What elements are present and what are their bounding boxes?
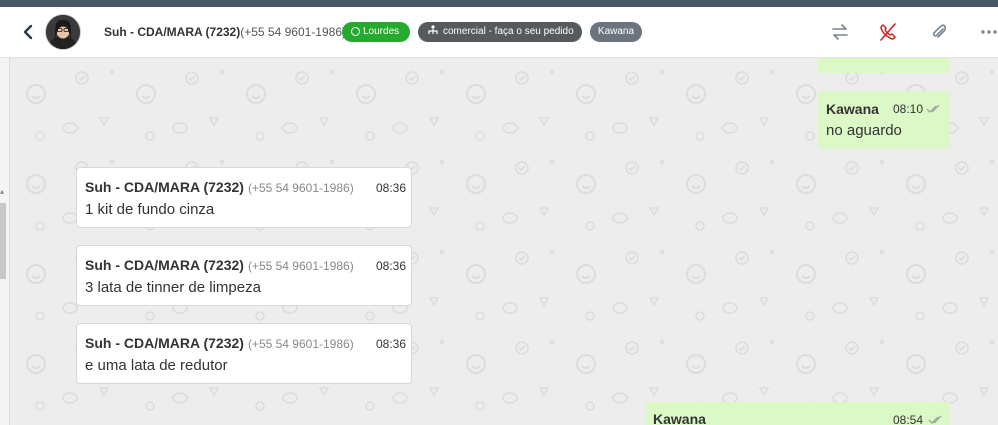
- message-time: 08:36: [376, 337, 407, 351]
- paperclip-icon[interactable]: [929, 22, 949, 42]
- contact-title[interactable]: Suh - CDA/MARA (7232)(+55 54 9601-1986): [104, 25, 346, 39]
- message-sender-phone: (+55 54 9601-1986): [247, 259, 354, 273]
- message-sender: Suh - CDA/MARA (7232) (+55 54 9601-1986): [85, 179, 354, 195]
- agent-tag-label: Lourdes: [363, 26, 400, 37]
- contact-name: Suh - CDA/MARA (7232): [104, 25, 241, 39]
- message-text: e uma lata de redutor: [85, 357, 228, 374]
- whatsapp-icon: [351, 27, 360, 36]
- more-options-icon[interactable]: [978, 22, 998, 42]
- end-call-icon[interactable]: [878, 22, 898, 42]
- back-arrow-icon[interactable]: [20, 23, 38, 41]
- message-sender: Suh - CDA/MARA (7232) (+55 54 9601-1986): [85, 335, 354, 351]
- message-sender: Suh - CDA/MARA (7232) (+55 54 9601-1986): [85, 257, 354, 273]
- side-scrollbar[interactable]: ▴: [0, 58, 10, 425]
- message-text: no aguardo: [826, 122, 902, 139]
- user-tag-label: Kawana: [597, 26, 635, 37]
- read-checkmarks-icon: [928, 415, 942, 424]
- scroll-thumb[interactable]: [0, 203, 6, 279]
- message-sender-phone: (+55 54 9601-1986): [247, 337, 354, 351]
- user-tag[interactable]: Kawana: [590, 22, 642, 42]
- message-bubble-incoming[interactable]: Suh - CDA/MARA (7232) (+55 54 9601-1986) …: [76, 167, 412, 228]
- message-time: 08:10: [893, 102, 924, 116]
- message-time: 08:54: [893, 413, 924, 425]
- message-bubble-incoming[interactable]: Suh - CDA/MARA (7232) (+55 54 9601-1986) …: [76, 323, 412, 384]
- top-strip: [0, 0, 998, 7]
- contact-phone: (+55 54 9601-1986): [240, 25, 346, 39]
- transfer-icon[interactable]: [830, 22, 850, 42]
- avatar[interactable]: [45, 14, 81, 50]
- read-checkmarks-icon: [926, 104, 940, 113]
- message-text: 3 lata de tinner de limpeza: [85, 279, 261, 296]
- message-sender: Kawana: [653, 411, 706, 425]
- message-time: 08:36: [376, 259, 407, 273]
- department-tag[interactable]: comercial - faça o seu pedido: [418, 22, 582, 42]
- message-time: 08:36: [376, 181, 407, 195]
- message-sender-phone: (+55 54 9601-1986): [247, 181, 354, 195]
- department-icon: [428, 25, 438, 34]
- agent-tag[interactable]: Lourdes: [342, 22, 410, 42]
- message-bubble-outgoing[interactable]: Kawana 08:10 no aguardo: [818, 91, 950, 149]
- message-bubble-outgoing[interactable]: Kawana 08:54: [645, 402, 950, 425]
- message-sender: Kawana: [826, 101, 879, 117]
- scroll-up-arrow-icon[interactable]: ▴: [0, 188, 8, 196]
- chat-area[interactable]: Kawana 08:10 no aguardo Suh - CDA/MARA (…: [10, 58, 998, 425]
- message-text: 1 kit de fundo cinza: [85, 201, 215, 218]
- message-bubble-incoming[interactable]: Suh - CDA/MARA (7232) (+55 54 9601-1986) …: [76, 245, 412, 306]
- previous-message-bubble[interactable]: [818, 58, 950, 73]
- chat-header: Suh - CDA/MARA (7232)(+55 54 9601-1986) …: [0, 7, 998, 58]
- department-tag-label: comercial - faça o seu pedido: [443, 26, 574, 37]
